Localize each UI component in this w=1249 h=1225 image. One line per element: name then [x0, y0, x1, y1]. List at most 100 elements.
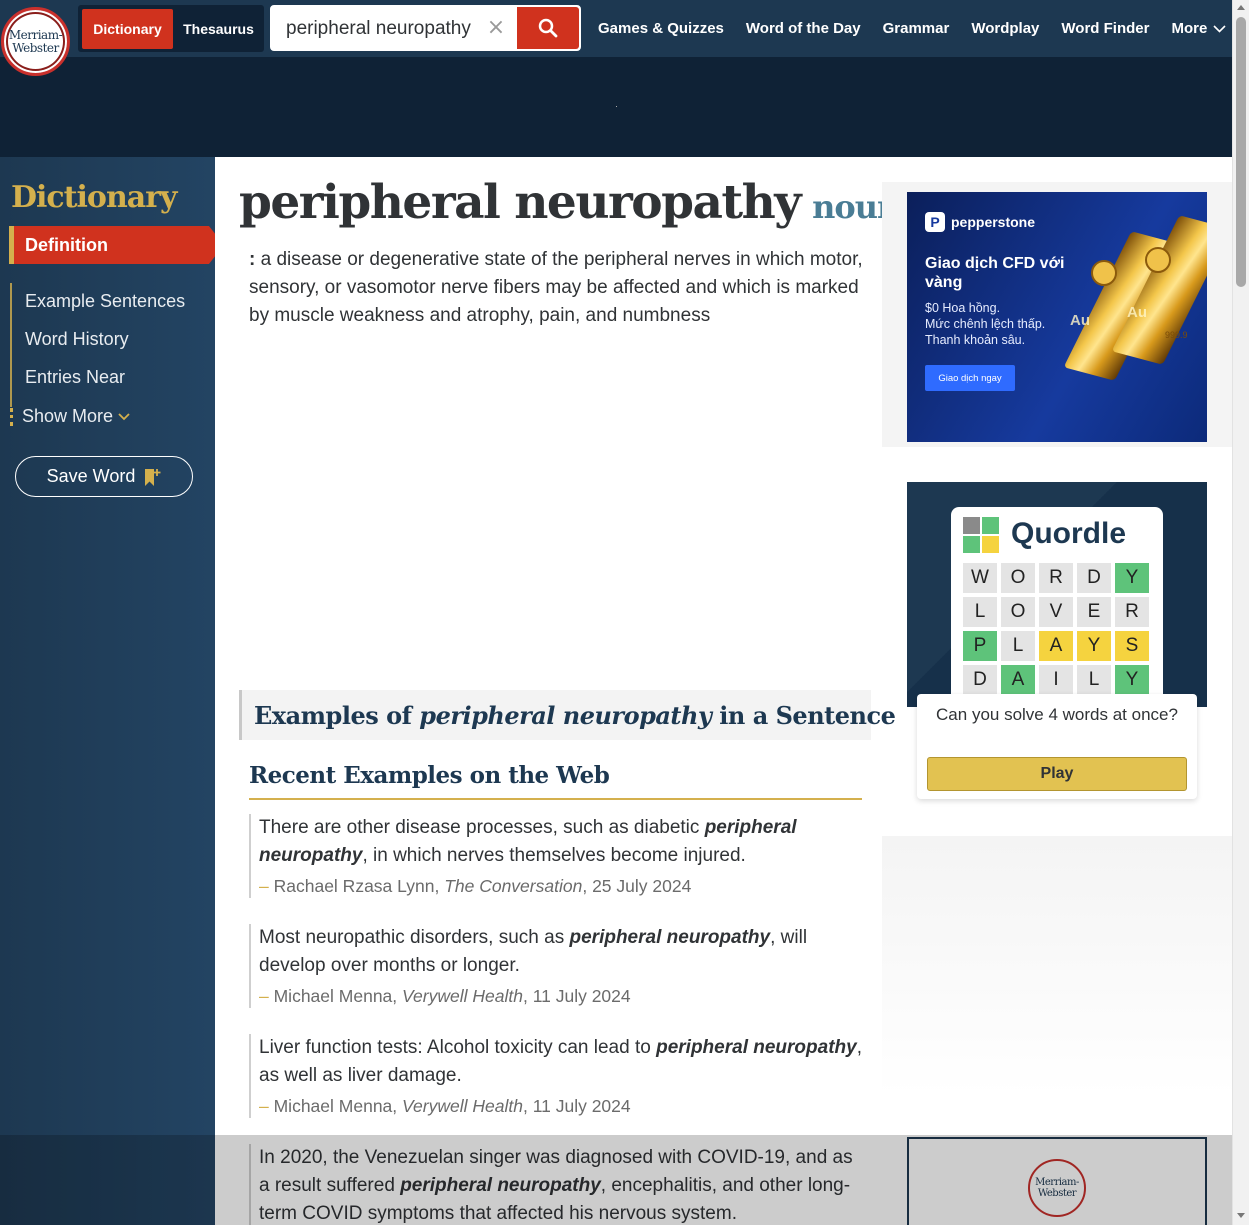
logo-line-2: Webster [1037, 1188, 1077, 1199]
search-button[interactable] [517, 7, 579, 49]
chevron-down-icon [1213, 24, 1226, 33]
sidebar-item-definition[interactable]: Definition [9, 226, 224, 264]
example-text: Most neuropathic disorders, such as peri… [259, 924, 864, 980]
sidebar-item-example-sentences[interactable]: Example Sentences [25, 291, 185, 312]
nav-grammar[interactable]: Grammar [883, 20, 950, 37]
search-box: × [270, 5, 581, 51]
sidebar-item-entries-near[interactable]: Entries Near [25, 367, 125, 388]
gold-coin-icon [1145, 247, 1171, 273]
search-type-tabs: Dictionary Thesaurus [78, 5, 264, 52]
bar-label: 999.9 [1165, 330, 1188, 340]
scroll-down-arrow-icon[interactable] [1237, 1213, 1245, 1218]
nav-word-of-the-day[interactable]: Word of the Day [746, 20, 861, 37]
ad-headline: Giao dịch CFD với vàng [925, 255, 1065, 291]
logo-line-1: Merriam- [8, 27, 63, 42]
sidebar-divider [10, 283, 12, 407]
quordle-panel: Can you solve 4 words at once? Play [917, 694, 1197, 799]
quordle-cell: L [963, 597, 997, 627]
sidebar-title: Dictionary [11, 180, 177, 215]
sidebar-item-label: Definition [25, 234, 108, 255]
sidebar-item-word-history[interactable]: Word History [25, 329, 129, 350]
sidebar: Dictionary Definition Example Sentences … [0, 157, 224, 1225]
quordle-logo-icon [963, 517, 999, 553]
example-date: 25 July 2024 [592, 876, 692, 896]
example-author: Michael Menna [273, 1096, 393, 1116]
quordle-grid: WORDYLOVERPLAYSDAILY [963, 563, 1149, 695]
show-more-button[interactable]: Show More [22, 406, 131, 427]
quordle-cell: P [963, 631, 997, 661]
ad-subtext-line: $0 Hoa hồng. [925, 301, 1001, 315]
quordle-cell: O [1001, 597, 1035, 627]
bookmark-star-icon [145, 468, 161, 486]
quordle-cell: A [1039, 631, 1073, 661]
pepperstone-logo: P pepperstone [925, 212, 1035, 232]
example-source: – Rachael Rzasa Lynn, The Conversation, … [259, 876, 692, 896]
ad-slot-middle [882, 836, 1232, 1096]
nav-games-quizzes[interactable]: Games & Quizzes [598, 20, 724, 37]
examples-heading-prefix: Examples of [254, 700, 412, 730]
definition-text: a disease or degenerative state of the p… [249, 249, 863, 326]
pepperstone-brand: pepperstone [951, 214, 1036, 230]
examples-heading-suffix: in a Sentence [719, 700, 896, 730]
main-content: peripheral neuropathy noun : a disease o… [215, 157, 1232, 1225]
example-text: There are other disease processes, such … [259, 814, 864, 870]
example-term[interactable]: peripheral neuropathy [656, 1037, 857, 1058]
main-nav: Games & Quizzes Word of the Day Grammar … [598, 0, 1248, 57]
example-source: – Michael Menna, Verywell Health, 11 Jul… [259, 1096, 631, 1116]
quordle-cell: I [1039, 665, 1073, 695]
example-publication[interactable]: Verywell Health [402, 986, 523, 1006]
examples-heading: Examples of peripheral neuropathy in a S… [254, 700, 896, 730]
examples-section-header[interactable]: Examples of peripheral neuropathy in a S… [239, 690, 896, 740]
quordle-cell: L [1077, 665, 1111, 695]
save-word-button[interactable]: Save Word [15, 456, 193, 497]
ad-subtext-line: Mức chênh lệch thấp. [925, 317, 1046, 331]
page-scrollbar[interactable] [1232, 0, 1249, 1225]
ad-cta-button[interactable]: Giao dịch ngay [925, 365, 1015, 391]
nav-more[interactable]: More [1171, 20, 1226, 37]
pepperstone-ad[interactable]: P pepperstone Giao dịch CFD với vàng $0 … [907, 192, 1207, 442]
entry-header: peripheral neuropathy noun [239, 175, 900, 230]
definition: : a disease or degenerative state of the… [249, 246, 874, 330]
quordle-cell: V [1039, 597, 1073, 627]
headword: peripheral neuropathy [239, 175, 802, 230]
quordle-question: Can you solve 4 words at once? [936, 705, 1178, 724]
quordle-title: Quordle [1011, 517, 1127, 550]
play-button[interactable]: Play [927, 757, 1187, 791]
logo-line-2: Webster [12, 40, 59, 55]
bar-label: Au [1070, 312, 1090, 329]
recent-examples-heading: Recent Examples on the Web [249, 762, 862, 800]
example-text-before: There are other disease processes, such … [259, 817, 705, 838]
ad-slot-bottom: Merriam- Webster [907, 1137, 1207, 1225]
quordle-cell: R [1039, 563, 1073, 593]
bar-label: Au [1127, 304, 1147, 321]
example-sentence: In 2020, the Venezuelan singer was diagn… [249, 1144, 864, 1225]
example-source: – Michael Menna, Verywell Health, 11 Jul… [259, 986, 631, 1006]
close-icon[interactable]: × [486, 17, 506, 39]
tab-dictionary[interactable]: Dictionary [82, 9, 173, 49]
example-text: Liver function tests: Alcohol toxicity c… [259, 1034, 864, 1090]
example-sentence: Most neuropathic disorders, such as peri… [249, 924, 864, 1008]
search-input[interactable] [286, 15, 486, 43]
merriam-webster-logo[interactable]: Merriam- Webster [1, 7, 70, 76]
logo-line-1: Merriam- [1035, 1177, 1079, 1188]
example-term[interactable]: peripheral neuropathy [400, 1175, 601, 1196]
example-publication[interactable]: The Conversation [444, 876, 582, 896]
save-word-label: Save Word [46, 466, 136, 486]
search-icon [538, 18, 558, 38]
quordle-cell: Y [1115, 665, 1149, 695]
quordle-cell: L [1001, 631, 1035, 661]
merriam-webster-logo[interactable]: Merriam- Webster [1028, 1159, 1086, 1217]
example-sentence: There are other disease processes, such … [249, 814, 864, 898]
nav-word-finder[interactable]: Word Finder [1061, 20, 1149, 37]
scroll-up-arrow-icon[interactable] [1237, 5, 1245, 10]
scroll-thumb[interactable] [1236, 17, 1246, 287]
example-text: In 2020, the Venezuelan singer was diagn… [259, 1144, 864, 1225]
example-publication[interactable]: Verywell Health [402, 1096, 523, 1116]
show-more-dots [10, 408, 13, 426]
tab-thesaurus[interactable]: Thesaurus [175, 9, 262, 49]
example-term[interactable]: peripheral neuropathy [570, 927, 771, 948]
quordle-card: Quordle WORDYLOVERPLAYSDAILY [951, 507, 1163, 707]
quordle-promo[interactable]: Quordle WORDYLOVERPLAYSDAILY [907, 482, 1207, 707]
nav-wordplay[interactable]: Wordplay [971, 20, 1039, 37]
ad-slot-top: P pepperstone Giao dịch CFD với vàng $0 … [882, 182, 1232, 447]
